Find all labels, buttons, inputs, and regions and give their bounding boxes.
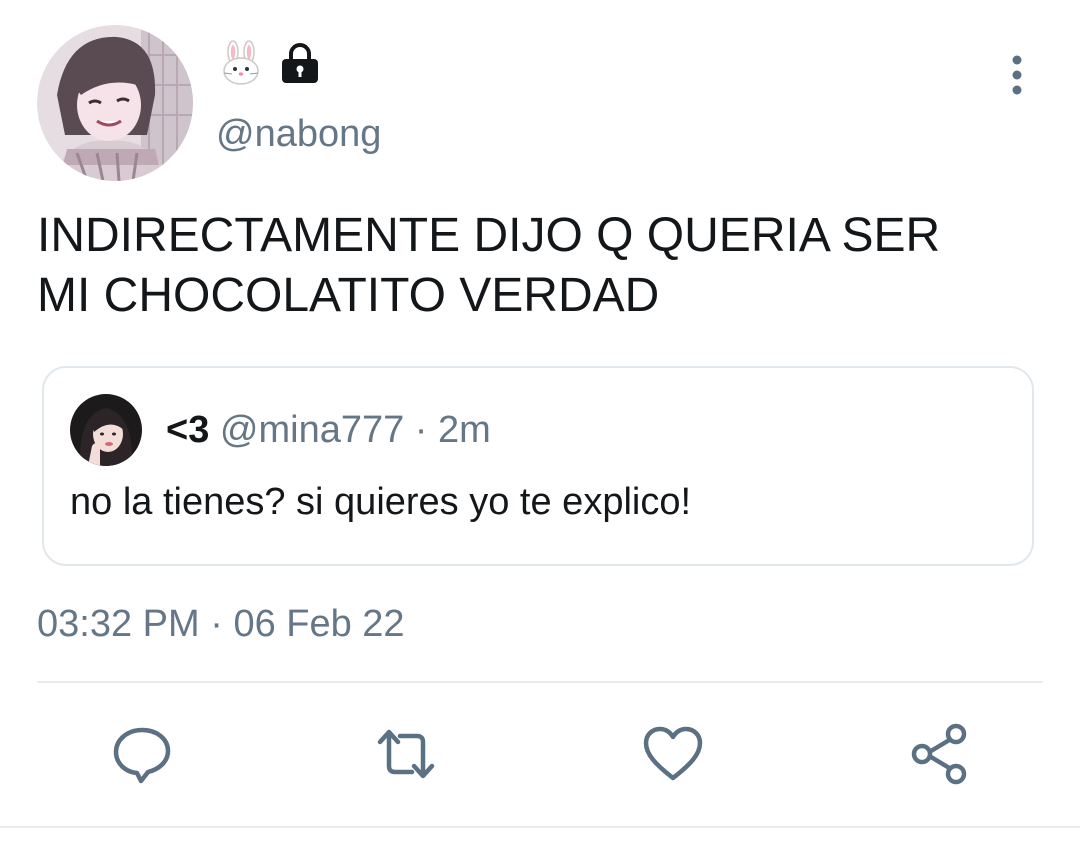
bottom-divider: [0, 826, 1080, 828]
timestamp-date: 06 Feb 22: [233, 603, 405, 645]
quoted-header: <3 @mina777 · 2m: [166, 408, 491, 452]
quoted-author-avatar[interactable]: [70, 394, 142, 466]
quoted-author-handle[interactable]: @mina777: [220, 409, 404, 451]
tweet-text: INDIRECTAMENTE DIJO Q QUERIA SER MI CHOC…: [37, 206, 1037, 326]
tweet-timestamp: 03:32 PM · 06 Feb 22: [37, 602, 405, 646]
quoted-age: 2m: [438, 409, 491, 451]
retweet-icon: [377, 729, 435, 779]
comment-icon: [113, 727, 171, 784]
timestamp-separator: ·: [210, 603, 223, 645]
quoted-author-name[interactable]: <3: [166, 409, 209, 451]
share-button[interactable]: [908, 722, 972, 786]
tweet-text-line: MI CHOCOLATITO VERDAD: [37, 269, 660, 322]
quoted-tweet-card[interactable]: <3 @mina777 · 2m no la tienes? si quiere…: [42, 366, 1034, 566]
share-icon: [911, 723, 967, 785]
reply-button[interactable]: [110, 722, 174, 786]
lock-icon: [282, 43, 318, 83]
timestamp-time: 03:32 PM: [37, 603, 200, 645]
retweet-button[interactable]: [374, 722, 438, 786]
author-handle[interactable]: @nabong: [216, 112, 381, 156]
like-button[interactable]: [641, 722, 705, 786]
heart-icon: [643, 726, 703, 781]
tweet-text-line: INDIRECTAMENTE DIJO Q QUERIA SER: [37, 209, 941, 262]
quoted-text: no la tienes? si quieres yo te explico!: [70, 481, 692, 523]
author-name-row: [218, 40, 322, 86]
divider: [37, 681, 1043, 683]
quoted-separator: ·: [414, 409, 428, 451]
more-vertical-icon[interactable]: [1000, 52, 1034, 98]
author-avatar[interactable]: [37, 25, 193, 181]
rabbit-face-icon: [223, 40, 259, 85]
